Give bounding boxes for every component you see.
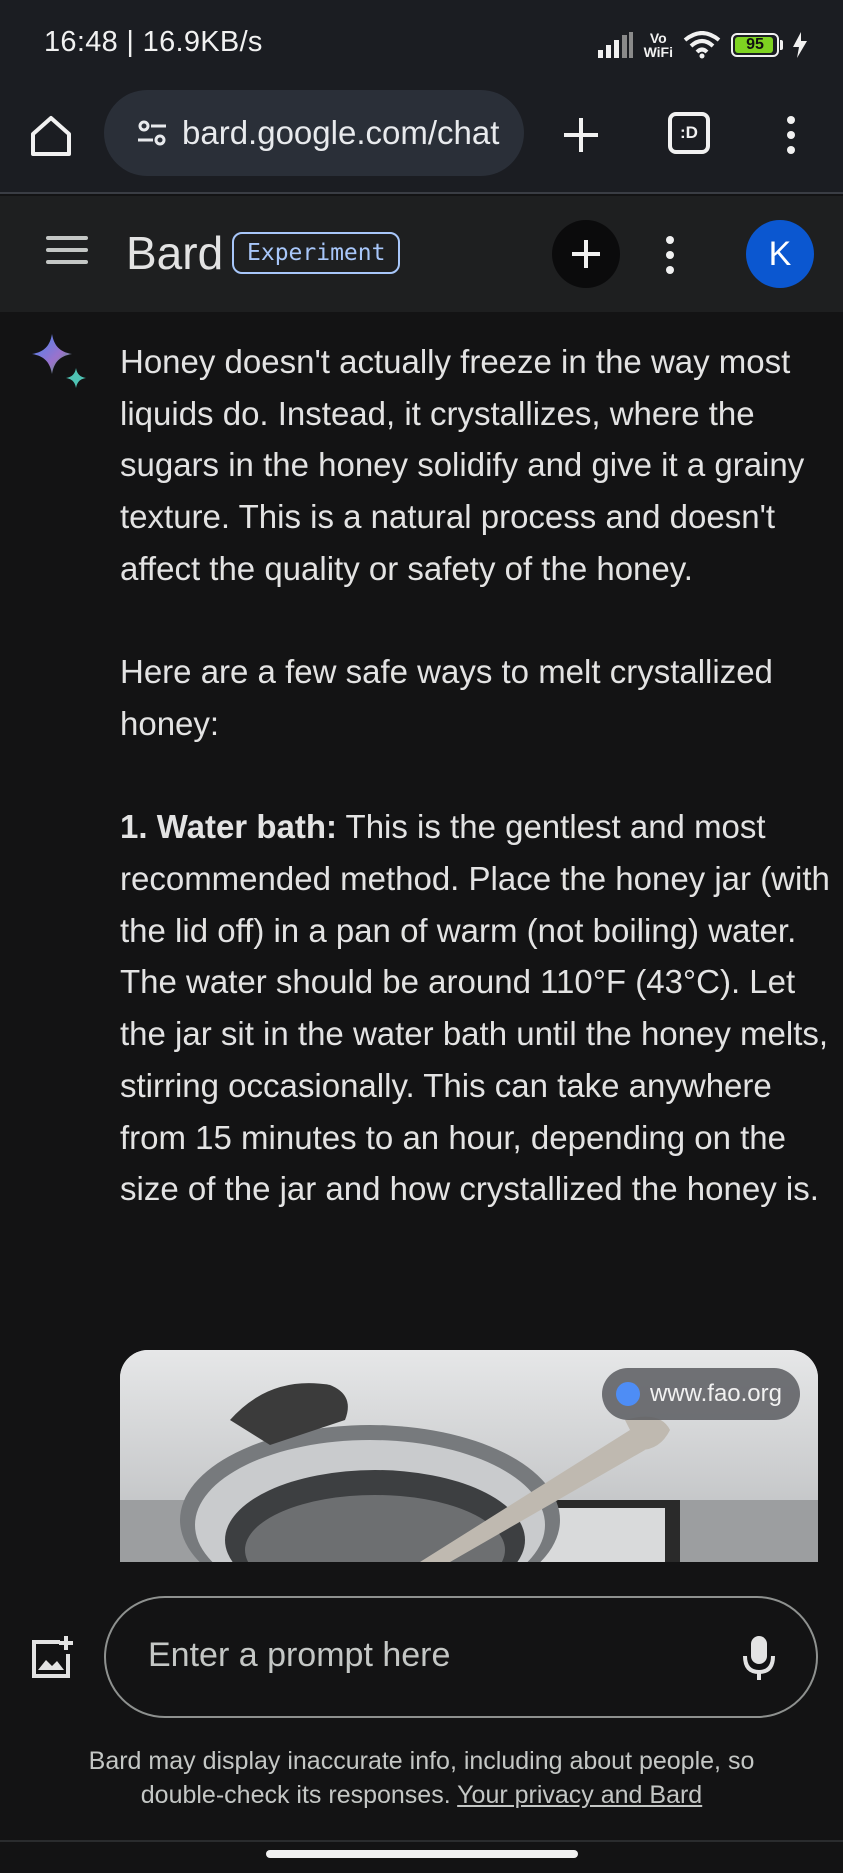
network-speed: 16.9KB/s xyxy=(142,26,263,58)
battery-tip xyxy=(780,40,783,50)
response-paragraph: Here are a few safe ways to melt crystal… xyxy=(120,653,773,742)
app-title: Bard xyxy=(126,227,224,279)
add-photo-icon[interactable] xyxy=(30,1636,74,1680)
new-chat-button[interactable] xyxy=(552,220,620,288)
bard-response: Honey doesn't actually freeze in the way… xyxy=(120,336,830,1215)
status-indicators: Vo WiFi 95 xyxy=(597,28,807,62)
signal-icon xyxy=(597,32,633,58)
address-bar[interactable]: bard.google.com/chat xyxy=(104,90,524,176)
status-time: 16:48 | 16.9KB/s xyxy=(44,26,263,58)
battery-percent: 95 xyxy=(746,36,764,53)
home-icon[interactable] xyxy=(28,112,74,158)
menu-icon[interactable] xyxy=(46,236,88,270)
divider xyxy=(0,1840,843,1842)
app-header: Bard Experiment K xyxy=(0,196,843,312)
privacy-link[interactable]: Your privacy and Bard xyxy=(457,1781,702,1809)
mic-icon[interactable] xyxy=(742,1634,776,1682)
prompt-placeholder: Enter a prompt here xyxy=(148,1636,451,1674)
plus-icon xyxy=(572,240,600,268)
globe-icon xyxy=(615,1382,640,1406)
list-item-title: 1. Water bath: xyxy=(120,808,337,846)
gesture-nav-handle[interactable] xyxy=(266,1850,578,1858)
response-image[interactable]: www.fao.org xyxy=(120,1350,818,1562)
avatar[interactable]: K xyxy=(746,220,814,288)
url-text[interactable]: bard.google.com/chat xyxy=(182,114,499,152)
more-vert-icon[interactable] xyxy=(776,110,806,160)
browser-toolbar: bard.google.com/chat :D xyxy=(0,90,843,194)
list-item-text: This is the gentlest and most recommende… xyxy=(120,808,830,1208)
prompt-input[interactable]: Enter a prompt here xyxy=(104,1596,818,1718)
status-bar: 16:48 | 16.9KB/s Vo WiFi 95 xyxy=(0,0,843,90)
vowifi-icon: Vo WiFi xyxy=(643,30,673,60)
plus-icon[interactable] xyxy=(556,110,606,160)
image-source-chip[interactable]: www.fao.org xyxy=(601,1368,800,1420)
clock: 16:48 xyxy=(44,26,119,58)
bard-sparkle-icon xyxy=(32,334,86,388)
battery-icon: 95 xyxy=(731,33,779,57)
image-source-label: www.fao.org xyxy=(649,1380,782,1407)
prompt-area: Enter a prompt here Bard may display ina… xyxy=(0,1562,843,1873)
response-paragraph: Honey doesn't actually freeze in the way… xyxy=(120,343,805,587)
experiment-badge: Experiment xyxy=(232,232,401,274)
response-list-item: 1. Water bath: This is the gentlest and … xyxy=(120,801,830,1215)
charging-icon xyxy=(793,32,807,58)
wifi-icon xyxy=(683,31,721,59)
more-vert-icon[interactable] xyxy=(655,230,685,280)
tabs-button[interactable]: :D xyxy=(668,112,710,154)
tune-icon[interactable] xyxy=(136,117,168,149)
disclaimer: Bard may display inaccurate info, includ… xyxy=(0,1744,843,1812)
